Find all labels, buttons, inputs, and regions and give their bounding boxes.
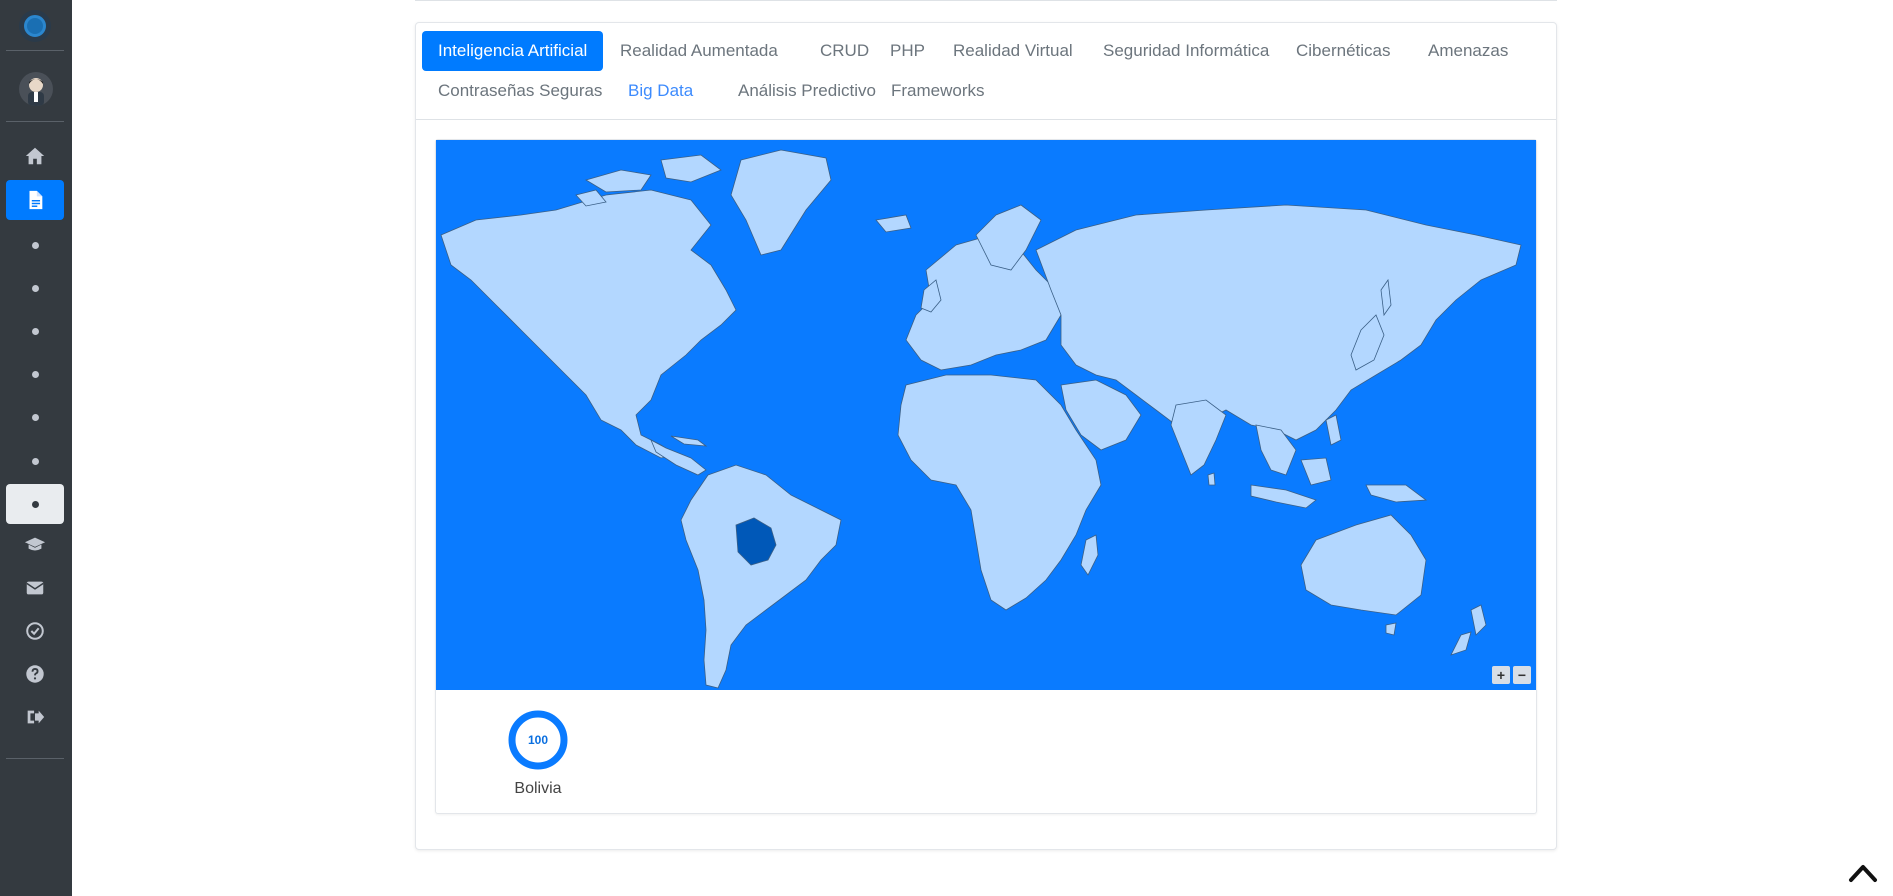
sidebar-subitem-2[interactable]: [6, 268, 64, 308]
sidebar-item-tasks[interactable]: [6, 611, 64, 651]
madagascar-shape: [1080, 534, 1099, 576]
tab-big-data[interactable]: Big Data: [612, 71, 709, 111]
sri-lanka-shape: [1207, 472, 1216, 486]
new-zealand-shape: [1450, 631, 1472, 656]
arctic-islands-shape: [660, 154, 722, 183]
question-circle-icon: [26, 665, 44, 683]
top-divider: [415, 0, 1557, 1]
map-panel: + − 100 Bolivia: [435, 139, 1537, 814]
sidebar-subitem-3[interactable]: [6, 311, 64, 351]
avatar[interactable]: [19, 72, 53, 106]
tab-contrasenas-seguras[interactable]: Contraseñas Seguras: [422, 71, 618, 111]
tab-ciberneticas[interactable]: Cibernéticas: [1280, 31, 1407, 71]
borneo-shape: [1300, 457, 1332, 486]
stat-gauge-value: 100: [527, 733, 549, 747]
tab-php[interactable]: PHP: [874, 31, 941, 71]
dot-icon: [31, 327, 39, 335]
sign-out-icon: [27, 710, 45, 724]
north-america-shape: [440, 189, 737, 459]
dot-icon: [31, 370, 39, 378]
tab-seguridad-informatica[interactable]: Seguridad Informática: [1087, 31, 1285, 71]
sidebar-item-help[interactable]: [6, 654, 64, 694]
tab-frameworks[interactable]: Frameworks: [875, 71, 1001, 111]
philippines-shape: [1325, 414, 1342, 446]
sidebar-subitem-6[interactable]: [6, 441, 64, 481]
sidebar-item-documents[interactable]: [6, 180, 64, 220]
world-map[interactable]: + −: [436, 140, 1536, 690]
sidebar-divider: [6, 121, 64, 122]
logo-icon[interactable]: [19, 10, 51, 42]
tab-analisis-predictivo[interactable]: Análisis Predictivo: [722, 71, 892, 111]
new-guinea-shape: [1365, 484, 1428, 503]
sidebar: [0, 0, 72, 896]
south-america-shape: [680, 464, 842, 689]
sidebar-item-logout[interactable]: [6, 697, 64, 737]
sidebar-item-messages[interactable]: [6, 568, 64, 608]
sidebar-subitem-4[interactable]: [6, 354, 64, 394]
world-map-svg: [440, 149, 1522, 689]
india-shape: [1170, 399, 1227, 476]
dot-icon: [31, 500, 39, 508]
graduation-cap-icon: [24, 537, 46, 551]
tab-realidad-virtual[interactable]: Realidad Virtual: [937, 31, 1089, 71]
document-icon: [29, 190, 43, 210]
zoom-in-button[interactable]: +: [1492, 666, 1510, 684]
stat-gauge-label: Bolivia: [514, 780, 562, 797]
iceland-shape: [875, 214, 912, 233]
dot-icon: [31, 413, 39, 421]
tab-inteligencia-artificial[interactable]: Inteligencia Artificial: [422, 31, 604, 71]
zoom-out-button[interactable]: −: [1513, 666, 1531, 684]
envelope-icon: [26, 581, 44, 595]
tab-crud[interactable]: CRUD: [804, 31, 885, 71]
check-circle-icon: [26, 622, 44, 640]
new-zealand-shape: [1470, 604, 1487, 636]
sidebar-subitem-1[interactable]: [6, 225, 64, 265]
sidebar-divider: [6, 758, 64, 759]
sidebar-subitem-7[interactable]: [6, 484, 64, 524]
sidebar-subitem-5[interactable]: [6, 397, 64, 437]
home-icon: [25, 147, 45, 165]
sidebar-divider: [6, 50, 64, 51]
indonesia-shape: [1250, 484, 1317, 509]
dot-icon: [31, 284, 39, 292]
australia-shape: [1300, 514, 1427, 616]
tasmania-shape: [1385, 622, 1397, 636]
cuba-shape: [670, 435, 708, 447]
tabs-divider: [416, 119, 1556, 120]
dot-icon: [31, 241, 39, 249]
greenland-shape: [730, 149, 832, 256]
tab-realidad-aumentada[interactable]: Realidad Aumentada: [604, 31, 794, 71]
scroll-to-top-icon[interactable]: [1848, 860, 1878, 884]
sidebar-item-home[interactable]: [6, 136, 64, 176]
arctic-islands-shape: [585, 169, 652, 193]
dot-icon: [31, 457, 39, 465]
sidebar-item-courses[interactable]: [6, 525, 64, 565]
tab-amenazas[interactable]: Amenazas: [1412, 31, 1524, 71]
